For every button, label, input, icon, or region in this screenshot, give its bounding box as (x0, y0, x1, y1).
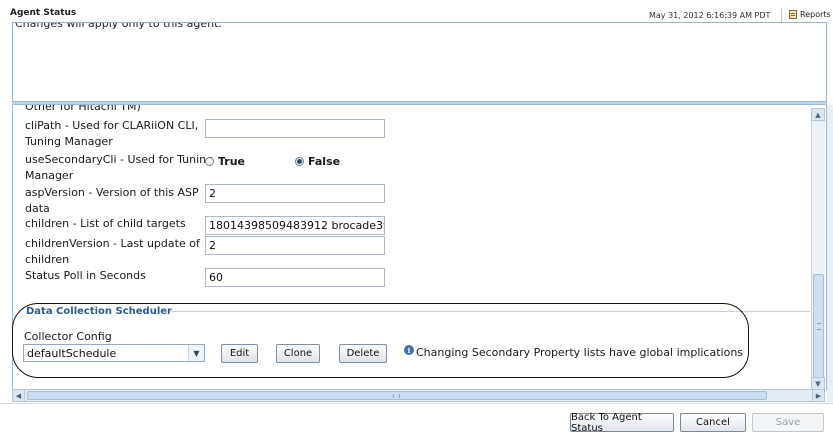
page-title: Agent Status (10, 8, 77, 18)
asp-version-input[interactable]: 2 (205, 184, 385, 203)
back-to-agent-status-button[interactable]: Back To Agent Status (570, 412, 674, 434)
children-version-label: childrenVersion - Last update of childre… (25, 237, 200, 266)
footer-divider (0, 403, 833, 404)
children-label: children - List of child targets (25, 217, 186, 230)
highlight-annotation (12, 303, 749, 378)
vertical-scrollbar[interactable]: ▲ ▼ (811, 108, 825, 390)
partial-label: Other for Hitachi TM) (25, 104, 141, 113)
collector-config-label: Collector Config (24, 330, 112, 343)
edit-button[interactable]: Edit (221, 344, 258, 363)
clipath-label: cliPath - Used for CLARiiON CLI, Tuning … (25, 119, 199, 148)
outer-scroll-track (827, 105, 833, 402)
use-secondary-cli-label: useSecondaryCli - Used for Tuning Manage… (25, 153, 214, 182)
message-panel: Changes will apply only to this agent. (12, 22, 827, 102)
info-message: Changing Secondary Property lists have g… (416, 346, 744, 359)
radio-false-option[interactable]: False (295, 155, 340, 168)
radio-true-label: True (218, 155, 246, 168)
children-version-input[interactable]: 2 (205, 236, 385, 255)
horizontal-scrollbar[interactable]: ◀ ▶ (12, 389, 825, 402)
reports-label: Reports (800, 10, 831, 19)
asp-version-label: aspVersion - Version of this ASP data (25, 186, 199, 215)
children-input[interactable]: 180143985094839​12 brocade3900 (205, 216, 385, 235)
reports-icon (789, 10, 797, 19)
collector-config-value: defaultSchedule (27, 347, 117, 360)
timestamp: May 31, 2012 6:16:39 AM PDT (649, 11, 771, 20)
status-poll-label: Status Poll in Seconds (25, 269, 146, 282)
status-poll-input[interactable]: 60 (205, 268, 385, 287)
save-button[interactable]: Save (752, 413, 824, 432)
scroll-right-arrow-icon[interactable]: ▶ (812, 389, 825, 402)
clone-button[interactable]: Clone (276, 344, 320, 363)
radio-false-label: False (308, 155, 341, 168)
vertical-scroll-thumb[interactable] (813, 274, 824, 378)
radio-true[interactable] (205, 157, 214, 166)
clipath-input[interactable] (205, 119, 385, 138)
info-icon: i (404, 345, 414, 355)
scroll-left-arrow-icon[interactable]: ◀ (12, 389, 25, 402)
reports-link[interactable]: Reports (789, 10, 831, 19)
chevron-down-icon[interactable]: ▼ (188, 345, 204, 361)
collector-config-select[interactable]: defaultSchedule ▼ (23, 344, 205, 362)
message-text: Changes will apply only to this agent. (15, 22, 222, 30)
delete-button[interactable]: Delete (339, 344, 387, 363)
scroll-up-arrow-icon[interactable]: ▲ (811, 108, 825, 121)
radio-true-option[interactable]: True (205, 155, 245, 168)
radio-false[interactable] (295, 157, 304, 166)
header-divider (781, 8, 782, 22)
horizontal-scroll-thumb[interactable] (27, 391, 767, 400)
cancel-button[interactable]: Cancel (680, 413, 746, 432)
